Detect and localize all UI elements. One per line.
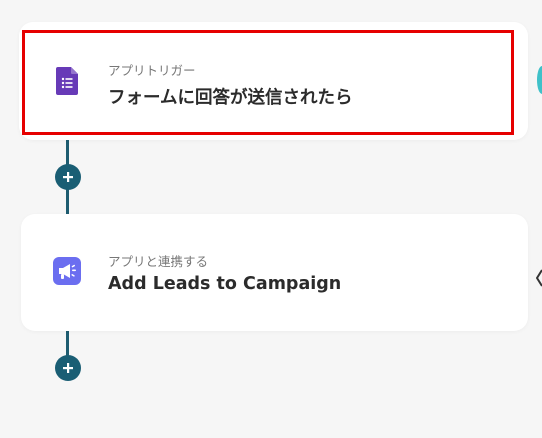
step-title: Add Leads to Campaign bbox=[108, 274, 342, 294]
plus-icon bbox=[63, 363, 73, 373]
step-category-label: アプリと連携する bbox=[108, 254, 209, 269]
step-category-label: アプリトリガー bbox=[108, 63, 196, 78]
arrow-left-icon bbox=[536, 269, 542, 287]
flow-canvas: アプリトリガー フォームに回答が送信されたら アプリと連携する Add Lead… bbox=[0, 0, 542, 438]
action-step-card[interactable] bbox=[21, 214, 528, 331]
add-step-button[interactable] bbox=[55, 355, 81, 381]
plus-icon bbox=[63, 172, 73, 182]
add-step-button[interactable] bbox=[55, 164, 81, 190]
step-title: フォームに回答が送信されたら bbox=[108, 88, 353, 108]
trigger-step-card[interactable] bbox=[19, 22, 528, 140]
side-panel-handle[interactable] bbox=[537, 66, 542, 94]
megaphone-icon bbox=[52, 256, 82, 286]
google-forms-icon bbox=[52, 66, 82, 96]
